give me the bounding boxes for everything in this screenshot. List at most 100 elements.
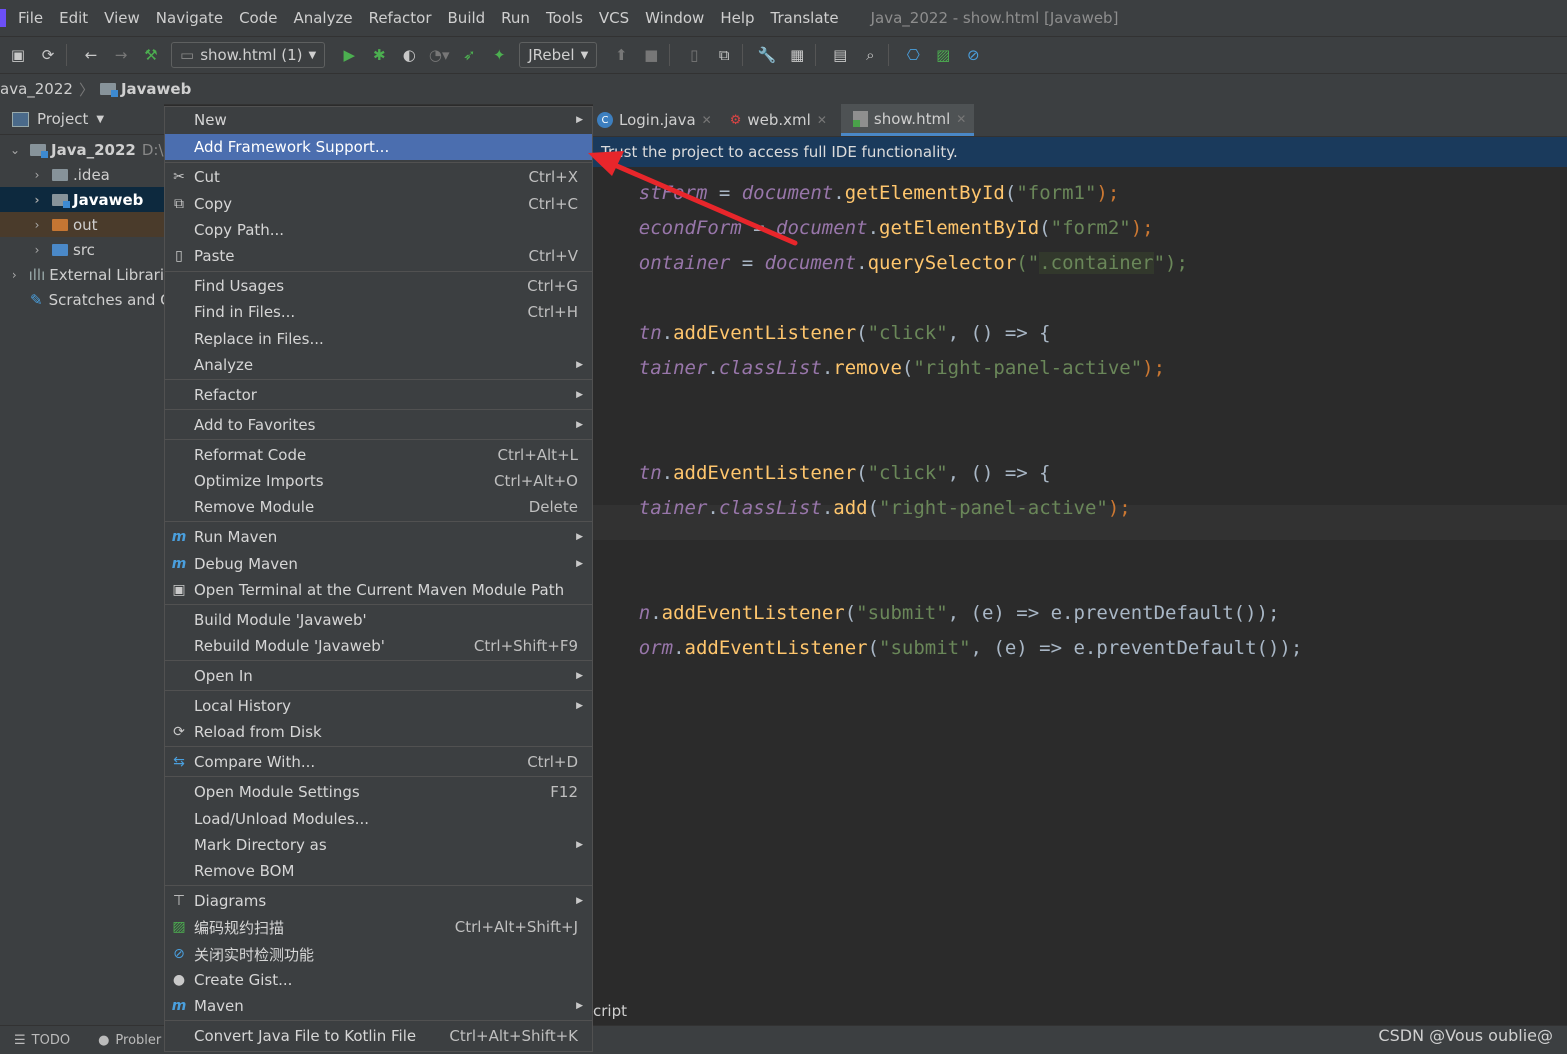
menu-translate[interactable]: Translate <box>771 9 839 27</box>
folder-icon <box>52 218 68 231</box>
menu-bar: File Edit View Navigate Code Analyze Ref… <box>0 0 1567 36</box>
menu-item-reload-from-disk[interactable]: ⟳ Reload from Disk <box>165 719 592 745</box>
menu-item-optimize-imports[interactable]: Optimize Imports Ctrl+Alt+O <box>165 468 592 494</box>
menu-item-rebuild-module[interactable]: Rebuild Module 'Javaweb' Ctrl+Shift+F9 <box>165 633 592 659</box>
menu-item-remove-bom[interactable]: Remove BOM <box>165 858 592 884</box>
menu-item-paste[interactable]: ▯ Paste Ctrl+V <box>165 243 592 269</box>
tab-login-java[interactable]: C Login.java ✕ <box>593 104 720 136</box>
menu-item-copy[interactable]: ⧉ Copy Ctrl+C <box>165 191 592 217</box>
menu-file[interactable]: File <box>18 9 43 27</box>
tree-row-external-libraries[interactable]: › ıllı External Librari <box>0 262 164 287</box>
project-panel-header[interactable]: Project ▼ <box>0 104 164 135</box>
back-icon[interactable]: ← <box>79 43 103 67</box>
tree-row-idea[interactable]: › .idea <box>0 162 164 187</box>
menu-item-maven[interactable]: m Maven ▶ <box>165 993 592 1019</box>
breadcrumb-project[interactable]: ava_2022 <box>0 80 73 98</box>
jrebel-select[interactable]: JRebel ▼ <box>519 42 598 68</box>
sync-icon[interactable]: ⟳ <box>36 43 60 67</box>
run-config-select[interactable]: ▭ show.html (1) ▼ <box>171 42 326 68</box>
stop-icon[interactable]: ■ <box>639 43 663 67</box>
diagram-icon: ⊤ <box>172 893 186 909</box>
menu-item-copy-path[interactable]: Copy Path... <box>165 217 592 243</box>
menu-item-convert-to-kotlin[interactable]: Convert Java File to Kotlin File Ctrl+Alt… <box>165 1023 592 1049</box>
trust-project-banner[interactable]: Trust the project to access full IDE fun… <box>593 137 1567 167</box>
tab-show-html[interactable]: show.html ✕ <box>840 104 975 136</box>
device-icon[interactable]: ▯ <box>682 43 706 67</box>
close-icon[interactable]: ✕ <box>702 113 712 127</box>
forward-icon[interactable]: → <box>109 43 133 67</box>
editor-breadcrumb[interactable]: cript <box>593 998 1567 1024</box>
menu-item-run-maven[interactable]: m Run Maven ▶ <box>165 524 592 550</box>
menu-item-open-module-settings[interactable]: Open Module Settings F12 <box>165 779 592 805</box>
menu-navigate[interactable]: Navigate <box>156 9 223 27</box>
menu-item-add-to-favorites[interactable]: Add to Favorites ▶ <box>165 412 592 438</box>
tree-row-javaweb[interactable]: › Javaweb <box>0 187 164 212</box>
chevron-down-icon: ▼ <box>580 49 589 61</box>
profile-icon[interactable]: ◔▾ <box>427 43 451 67</box>
menu-view[interactable]: View <box>104 9 140 27</box>
code-editor[interactable]: stForm = document.getElementById("form1"… <box>593 167 1567 997</box>
menu-item-disable-realtime-check[interactable]: ⊘ 关闭实时检测功能 <box>165 941 592 967</box>
close-icon[interactable]: ✕ <box>817 113 827 127</box>
rebel-update-icon[interactable]: ⬆ <box>609 43 633 67</box>
breadcrumb-module[interactable]: Javaweb <box>121 80 191 98</box>
menu-item-build-module[interactable]: Build Module 'Javaweb' <box>165 607 592 633</box>
menu-item-load-unload-modules[interactable]: Load/Unload Modules... <box>165 806 592 832</box>
scan-icon[interactable]: ▨ <box>931 43 955 67</box>
menu-item-new[interactable]: New ▶ <box>165 107 592 133</box>
coverage-icon[interactable]: ◐ <box>397 43 421 67</box>
menu-build[interactable]: Build <box>448 9 486 27</box>
build-hammer-icon[interactable]: ⚒ <box>139 43 163 67</box>
translate-icon[interactable]: ⎔ <box>901 43 925 67</box>
menu-item-replace-in-files[interactable]: Replace in Files... <box>165 326 592 352</box>
menu-item-find-in-files[interactable]: Find in Files... Ctrl+H <box>165 299 592 325</box>
menu-vcs[interactable]: VCS <box>599 9 629 27</box>
jrebel-debug-icon[interactable]: ✦ <box>487 43 511 67</box>
save-icon[interactable]: ▣ <box>6 43 30 67</box>
menu-item-cut[interactable]: ✂ Cut Ctrl+X <box>165 164 592 190</box>
disable-icon[interactable]: ⊘ <box>961 43 985 67</box>
tab-web-xml[interactable]: ⚙ web.xml ✕ <box>726 104 835 136</box>
deploy-icon[interactable]: ⧉ <box>712 43 736 67</box>
menu-run[interactable]: Run <box>501 9 530 27</box>
menu-tools[interactable]: Tools <box>546 9 583 27</box>
menu-refactor[interactable]: Refactor <box>369 9 432 27</box>
chevron-right-icon: ▶ <box>576 1001 583 1011</box>
menu-item-add-framework-support[interactable]: Add Framework Support... <box>165 134 592 160</box>
debug-icon[interactable]: ✱ <box>367 43 391 67</box>
menu-item-local-history[interactable]: Local History ▶ <box>165 693 592 719</box>
menu-edit[interactable]: Edit <box>59 9 88 27</box>
chevron-right-icon: › <box>34 167 40 182</box>
menu-item-remove-module[interactable]: Remove Module Delete <box>165 494 592 520</box>
menu-code[interactable]: Code <box>239 9 277 27</box>
menu-item-refactor[interactable]: Refactor ▶ <box>165 382 592 408</box>
todo-button[interactable]: ☰ TODO <box>14 1033 70 1048</box>
search-icon[interactable]: ⌕ <box>858 43 882 67</box>
project-structure-icon[interactable]: ▦ <box>785 43 809 67</box>
tree-row-java2022[interactable]: ⌄ Java_2022 D:\ <box>0 137 164 162</box>
close-icon[interactable]: ✕ <box>956 112 966 126</box>
menu-item-code-scan[interactable]: ▨ 编码规约扫描 Ctrl+Alt+Shift+J <box>165 914 592 940</box>
menu-item-analyze[interactable]: Analyze ▶ <box>165 352 592 378</box>
menu-item-debug-maven[interactable]: m Debug Maven ▶ <box>165 551 592 577</box>
menu-item-create-gist[interactable]: ● Create Gist... <box>165 967 592 993</box>
menu-item-open-terminal-maven[interactable]: ▣ Open Terminal at the Current Maven Modu… <box>165 577 592 603</box>
menu-item-compare-with[interactable]: ⇆ Compare With... Ctrl+D <box>165 749 592 775</box>
tree-row-src[interactable]: › src <box>0 237 164 262</box>
menu-item-open-in[interactable]: Open In ▶ <box>165 663 592 689</box>
menu-help[interactable]: Help <box>720 9 754 27</box>
run-icon[interactable]: ▶ <box>337 43 361 67</box>
chevron-right-icon: ▶ <box>576 896 583 906</box>
problems-button[interactable]: ● Probler <box>98 1033 161 1048</box>
tree-row-scratches[interactable]: ✎ Scratches and C <box>0 287 164 312</box>
menu-item-diagrams[interactable]: ⊤ Diagrams ▶ <box>165 888 592 914</box>
terminal-icon[interactable]: ▤ <box>828 43 852 67</box>
menu-item-find-usages[interactable]: Find Usages Ctrl+G <box>165 273 592 299</box>
menu-item-reformat-code[interactable]: Reformat Code Ctrl+Alt+L <box>165 442 592 468</box>
menu-analyze[interactable]: Analyze <box>293 9 352 27</box>
menu-item-mark-directory-as[interactable]: Mark Directory as ▶ <box>165 832 592 858</box>
menu-window[interactable]: Window <box>645 9 704 27</box>
jrebel-run-icon[interactable]: ➶ <box>457 43 481 67</box>
wrench-icon[interactable]: 🔧 <box>755 43 779 67</box>
tree-row-out[interactable]: › out <box>0 212 164 237</box>
